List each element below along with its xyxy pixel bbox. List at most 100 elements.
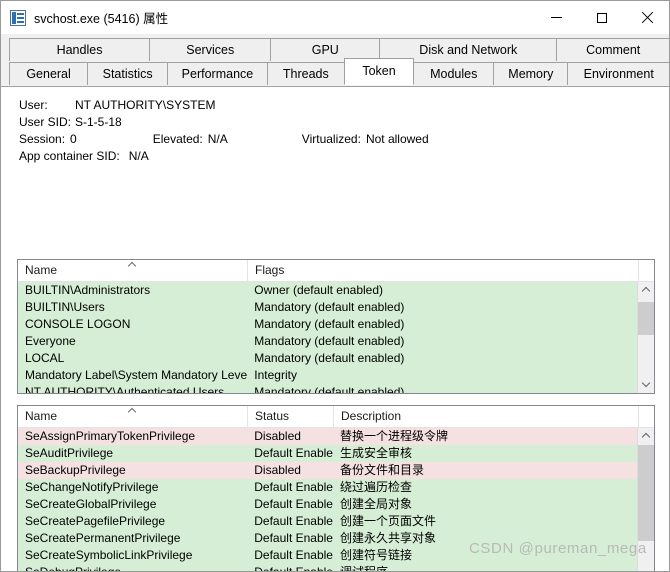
privileges-cell-status: Default Enabled [254,446,333,460]
user-sid-line: User SID: S-1-5-18 [19,114,669,131]
groups-column-label: Flags [255,263,285,277]
token-tab-panel: User: NT AUTHORITY\SYSTEM User SID: S-1-5-… [1,87,669,572]
sort-ascending-icon [128,261,138,267]
table-row[interactable]: Everyone Mandatory (default enabled) [18,333,637,350]
table-row[interactable]: SeCreateGlobalPrivilege Default Enabled 创建… [18,496,637,513]
groups-cell-flags: Mandatory (default enabled) [254,317,405,331]
maximize-button[interactable] [579,1,624,34]
privileges-cell-name: SeBackupPrivilege [25,463,126,477]
privileges-column-headers: Name Status Description [18,406,654,428]
table-row[interactable]: SeDebugPrivilege Default Enabled 调试程序 [18,564,637,572]
groups-cell-name: BUILTIN\Users [25,300,105,314]
privileges-column-description[interactable]: Description [334,406,639,427]
privileges-cell-description: 调试程序 [339,565,388,572]
groups-cell-flags: Mandatory (default enabled) [254,334,405,348]
tab-statistics[interactable]: Statistics [87,62,169,85]
tab-row-secondary: General Statistics Performance Threads Token… [1,58,669,86]
table-row[interactable]: LOCAL Mandatory (default enabled) [18,350,637,367]
table-row[interactable]: BUILTIN\Administrators Owner (default ena… [18,282,637,299]
table-row[interactable]: CONSOLE LOGON Mandatory (default enabled) [18,316,637,333]
privileges-cell-name: SeCreateSymbolicLinkPrivilege [25,548,193,562]
privileges-cell-description: 替换一个进程级令牌 [339,429,448,443]
privileges-cell-name: SeCreatePermanentPrivilege [25,531,181,545]
session-line: Session: 0 Elevated: N/A Virtualized: Not all… [19,131,669,148]
session-label: Session: [19,132,66,146]
groups-cell-flags: Owner (default enabled) [254,283,384,297]
privileges-scroll-up-icon[interactable] [638,428,654,445]
table-row[interactable]: SeCreatePagefilePrivilege Default Enabled… [18,513,637,530]
privileges-scroll-thumb[interactable] [638,445,654,541]
tab-environment[interactable]: Environment [567,62,669,85]
window-title: svchost.exe (5416) 属性 [34,12,169,26]
privileges-cell-description: 创建符号链接 [339,548,412,562]
close-button[interactable] [624,1,669,34]
privileges-cell-description: 绕过遍历检查 [339,480,412,494]
table-row[interactable]: NT AUTHORITY\Authenticated Users Mandator… [18,384,637,393]
tab-threads[interactable]: Threads [266,62,345,85]
privileges-rows: SeAssignPrimaryTokenPrivilege Disabled 替换一… [18,428,637,572]
session-value: 0 [70,132,77,146]
table-row[interactable]: BUILTIN\Users Mandatory (default enabled) [18,299,637,316]
elevated-label: Elevated: [152,132,203,146]
privileges-cell-status: Default Enabled [254,531,333,545]
user-label: User: [19,98,48,112]
groups-rows: BUILTIN\Administrators Owner (default ena… [18,282,637,393]
groups-cell-flags: Mandatory (default enabled) [254,300,405,314]
token-summary: User: NT AUTHORITY\SYSTEM User SID: S-1-5-… [1,87,669,165]
privileges-column-label: Name [25,409,58,423]
groups-scroll-thumb[interactable] [638,302,654,335]
tab-comment[interactable]: Comment [556,38,669,61]
privileges-cell-name: SeChangeNotifyPrivilege [25,480,159,494]
privileges-cell-status: Default Enabled [254,565,333,572]
table-row[interactable]: SeBackupPrivilege Disabled 备份文件和目录 [18,462,637,479]
privileges-cell-name: SeAuditPrivilege [25,446,114,460]
virtualized-value: Not allowed [365,132,429,146]
privileges-column-label: Status [255,409,290,423]
groups-scroll-up-icon[interactable] [638,282,654,299]
groups-column-label: Name [25,263,58,277]
table-row[interactable]: SeChangeNotifyPrivilege Default Enabled 绕过… [18,479,637,496]
groups-list-view[interactable]: Name Flags BUILTIN\Administrators Owner (d… [17,259,655,394]
privileges-cell-name: SeCreatePagefilePrivilege [25,514,166,528]
tab-strip: Handles Services GPU Disk and Network Commen… [1,34,669,87]
privileges-column-status[interactable]: Status [248,406,334,427]
groups-scroll-down-icon[interactable] [638,376,654,393]
privileges-cell-status: Default Enabled [254,497,333,511]
tab-row-primary: Handles Services GPU Disk and Network Commen… [1,38,669,62]
user-sid-value: S-1-5-18 [75,115,122,129]
properties-window-icon [10,9,26,26]
tab-services[interactable]: Services [149,38,272,61]
privileges-column-name[interactable]: Name [18,406,248,427]
tab-memory[interactable]: Memory [493,62,569,85]
minimize-icon [551,17,562,18]
privileges-list-view[interactable]: Name Status Description SeAssignPrimaryTok… [17,405,655,572]
table-row[interactable]: SeCreateSymbolicLinkPrivilege Default Ena… [18,547,637,564]
groups-scrollbar[interactable] [637,282,654,393]
table-row[interactable]: SeAssignPrimaryTokenPrivilege Disabled 替换一… [18,428,637,445]
groups-cell-name: CONSOLE LOGON [25,317,131,331]
properties-window: svchost.exe (5416) 属性 Handles Services GPU… [0,0,670,572]
app-container-line: App container SID: N/A [19,148,669,165]
table-row[interactable]: SeAuditPrivilege Default Enabled 生成安全审核 [18,445,637,462]
tab-modules[interactable]: Modules [413,62,495,85]
privileges-cell-status: Default Enabled [254,514,333,528]
groups-column-name[interactable]: Name [18,260,248,281]
groups-column-flags[interactable]: Flags [248,260,639,281]
sort-ascending-icon [128,407,138,413]
privileges-cell-status: Disabled [254,463,301,477]
privileges-cell-name: SeDebugPrivilege [25,565,122,572]
groups-cell-name: LOCAL [25,351,65,365]
privileges-cell-name: SeCreateGlobalPrivilege [25,497,157,511]
minimize-button[interactable] [534,1,579,34]
tab-general[interactable]: General [9,62,89,85]
tab-token[interactable]: Token [343,58,415,85]
privileges-cell-status: Default Enabled [254,548,333,562]
privileges-scrollbar[interactable] [637,428,654,571]
app-container-value: N/A [128,149,149,163]
tab-handles[interactable]: Handles [9,38,151,61]
table-row[interactable]: Mandatory Label\System Mandatory Level In… [18,367,637,384]
privileges-cell-description: 备份文件和目录 [339,463,424,477]
tab-performance[interactable]: Performance [167,62,268,85]
table-row[interactable]: SeCreatePermanentPrivilege Default Enable… [18,530,637,547]
groups-cell-flags: Mandatory (default enabled) [254,351,405,365]
